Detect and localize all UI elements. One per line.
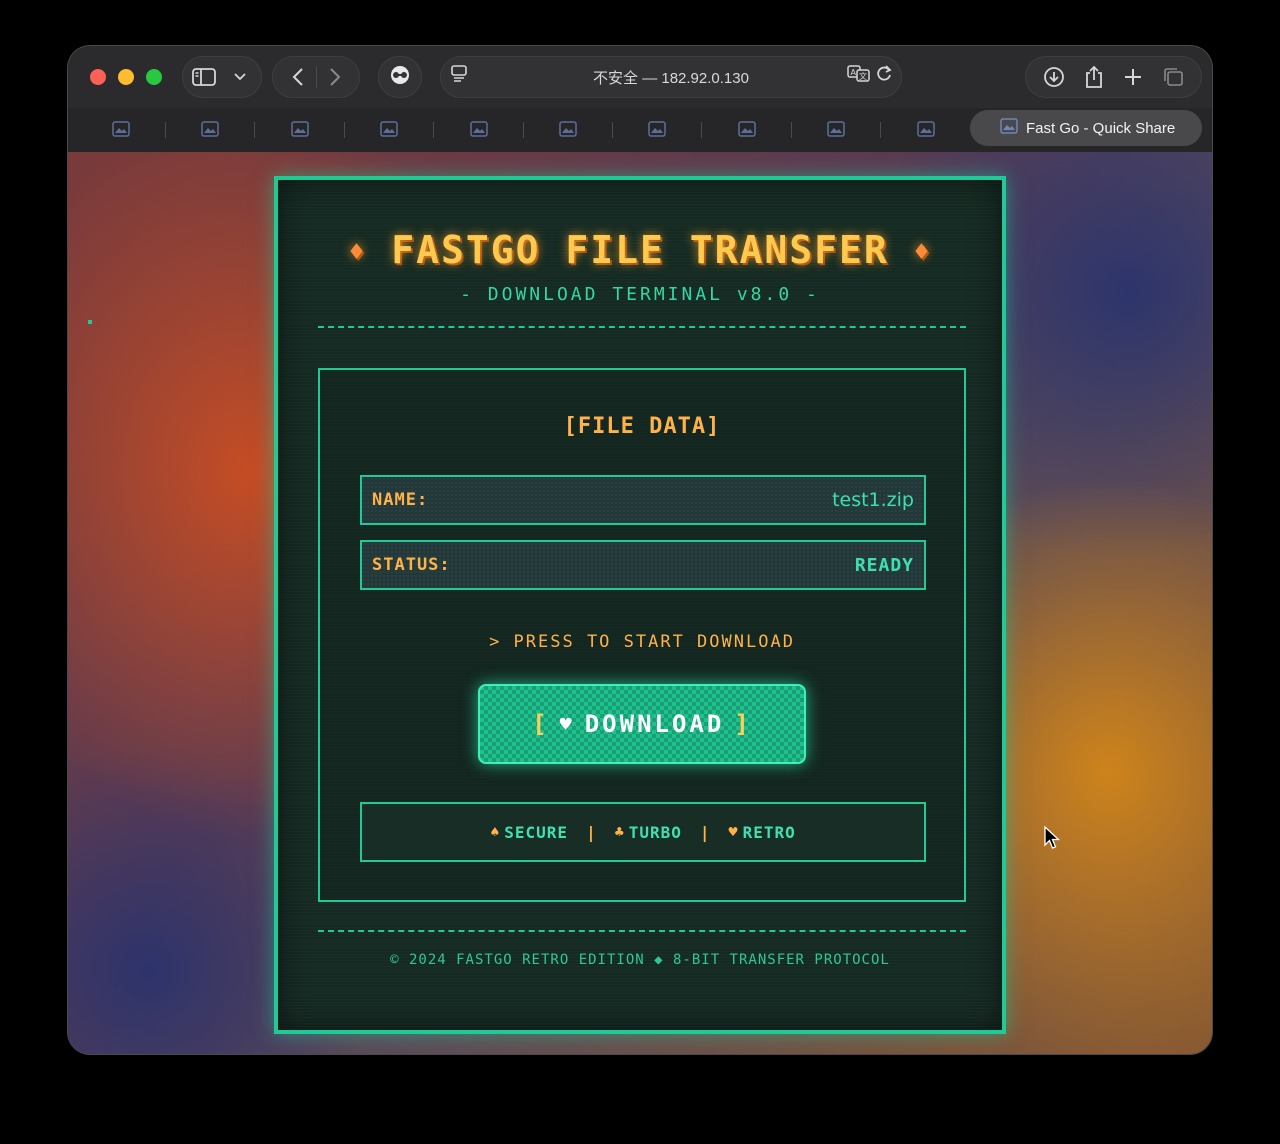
tab-inactive[interactable]: [378, 118, 400, 140]
file-name-value: test1.zip: [832, 489, 914, 511]
file-status-row: STATUS: READY: [360, 540, 926, 590]
tab-separator: [880, 122, 882, 138]
badge-label: SECURE: [504, 822, 569, 842]
badge-retro: ♥ RETRO: [729, 823, 796, 842]
tab-separator: [612, 122, 613, 138]
pixel-spark: [88, 320, 92, 324]
tab-inactive[interactable]: [289, 118, 311, 140]
divider: [318, 930, 966, 932]
diamond-icon: ♦: [348, 237, 367, 268]
tab-inactive[interactable]: [199, 118, 221, 140]
tab-inactive[interactable]: [557, 118, 579, 140]
image-icon: [559, 121, 577, 137]
badge-secure: ♠ SECURE: [490, 823, 568, 842]
page-title: ♦ FASTGO FILE TRANSFER ♦: [278, 228, 1002, 272]
image-icon: [1000, 118, 1018, 138]
tab-separator: [433, 122, 435, 138]
mouse-cursor-icon: [1044, 825, 1061, 854]
image-icon: [916, 121, 935, 137]
tab-separator: [343, 122, 345, 138]
svg-text:文: 文: [859, 71, 867, 81]
zoom-window-button[interactable]: [146, 69, 162, 85]
badge-separator: |: [699, 822, 711, 842]
navigation-group: [272, 56, 360, 98]
svg-text:A: A: [851, 68, 857, 77]
image-icon: [201, 121, 220, 137]
reload-icon[interactable]: [875, 63, 893, 87]
panel-title: [FILE DATA]: [563, 414, 721, 439]
heart-icon: ♥: [728, 823, 739, 841]
translate-icon[interactable]: A文: [847, 63, 871, 87]
tab-inactive[interactable]: [646, 118, 668, 140]
page-subtitle: - DOWNLOAD TERMINAL v8.0 -: [460, 284, 820, 305]
tab-inactive[interactable]: [110, 118, 132, 140]
download-button-label: DOWNLOAD: [584, 710, 725, 738]
download-bracket-right: ]: [734, 710, 752, 738]
tab-overview-icon[interactable]: [1155, 62, 1191, 92]
tab-separator: [165, 122, 166, 138]
minimize-window-button[interactable]: [118, 69, 134, 85]
url-text[interactable]: 不安全 — 182.92.0.130: [441, 67, 901, 88]
divider: [318, 326, 966, 328]
badge-label: RETRO: [742, 822, 796, 842]
image-icon: [469, 121, 488, 137]
toolbar-actions: [1025, 56, 1202, 98]
download-prompt: > PRESS TO START DOWNLOAD: [489, 632, 795, 652]
downloads-icon[interactable]: [1036, 62, 1072, 92]
badge-turbo: ♣ TURBO: [615, 823, 682, 842]
tab-separator: [701, 122, 703, 138]
image-icon: [291, 121, 309, 137]
browser-window: 不安全 — 182.92.0.130 A文 Fast Go - Quick Sh…: [68, 46, 1212, 1054]
back-icon[interactable]: [280, 62, 316, 92]
page-title-text: FASTGO FILE TRANSFER: [391, 228, 889, 272]
file-status-label: STATUS:: [372, 555, 451, 575]
tab-active[interactable]: Fast Go - Quick Share: [970, 110, 1202, 146]
tab-inactive[interactable]: [915, 118, 937, 140]
forward-icon[interactable]: [317, 62, 353, 92]
tab-separator: [522, 122, 524, 138]
extension-icon[interactable]: [388, 65, 412, 89]
tab-bar: Fast Go - Quick Share: [68, 108, 1212, 152]
file-data-panel: [FILE DATA] NAME: test1.zip STATUS: READ…: [318, 368, 966, 902]
file-name-row: NAME: test1.zip: [360, 475, 926, 525]
transfer-card: ♦ FASTGO FILE TRANSFER ♦ - DOWNLOAD TERM…: [274, 176, 1006, 1034]
tab-inactive[interactable]: [825, 118, 847, 140]
tab-separator: [790, 122, 792, 138]
download-bracket-left: [: [532, 710, 550, 738]
new-tab-icon[interactable]: [1115, 62, 1151, 92]
badge-label: TURBO: [628, 822, 682, 842]
sidebar-toggle-group[interactable]: [182, 56, 262, 98]
tab-inactive[interactable]: [468, 118, 490, 140]
browser-toolbar: 不安全 — 182.92.0.130 A文: [68, 46, 1212, 108]
file-status-value: READY: [854, 554, 914, 576]
image-icon: [738, 121, 756, 137]
feature-badges: ♠ SECURE | ♣ TURBO | ♥ RETRO: [360, 802, 926, 862]
tab-inactive[interactable]: [736, 118, 758, 140]
club-icon: ♣: [614, 823, 625, 841]
image-icon: [648, 121, 667, 137]
heart-icon: ♥: [559, 712, 575, 736]
download-button[interactable]: [ ♥ DOWNLOAD ]: [478, 684, 806, 764]
image-icon: [112, 121, 130, 137]
tab-title: Fast Go - Quick Share: [1026, 119, 1176, 137]
image-icon: [827, 121, 845, 137]
sidebar-icon[interactable]: [186, 62, 222, 92]
spade-icon: ♠: [490, 823, 501, 841]
chevron-down-icon[interactable]: [222, 62, 258, 92]
footer-text: © 2024 FASTGO RETRO EDITION ◆ 8-BIT TRAN…: [390, 952, 890, 968]
image-icon: [380, 121, 398, 137]
diamond-icon: ♦: [913, 237, 932, 268]
page-content: ♦ FASTGO FILE TRANSFER ♦ - DOWNLOAD TERM…: [68, 152, 1212, 1054]
address-bar[interactable]: 不安全 — 182.92.0.130 A文: [440, 56, 902, 98]
tab-separator: [254, 122, 256, 138]
badge-separator: |: [586, 822, 597, 842]
file-name-label: NAME:: [372, 490, 429, 510]
share-icon[interactable]: [1076, 62, 1112, 92]
close-window-button[interactable]: [90, 69, 106, 85]
extension-button[interactable]: [378, 56, 422, 98]
